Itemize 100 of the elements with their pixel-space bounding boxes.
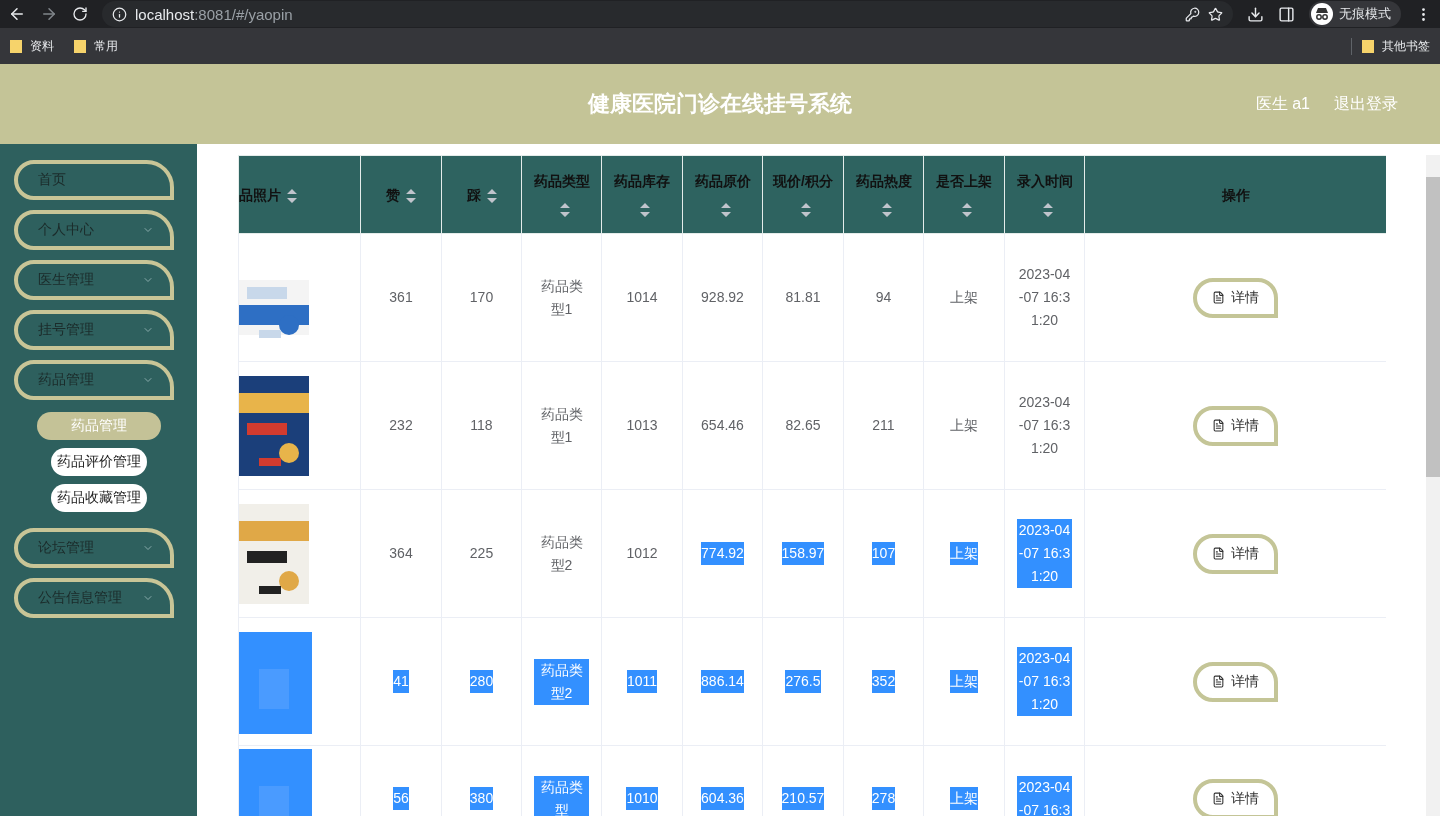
- table-cell: 380: [469, 787, 494, 810]
- table-cell-text: 82.65: [785, 416, 821, 435]
- table-cell: 上架: [950, 542, 978, 565]
- document-icon: [1212, 792, 1225, 805]
- table-cell-text: 225: [469, 544, 494, 563]
- table-cell-text: 211: [872, 416, 895, 435]
- incognito-icon: [1311, 3, 1333, 25]
- table-cell: 886.14: [701, 670, 744, 693]
- scrollbar-thumb[interactable]: [1426, 177, 1440, 477]
- table-cell-text: 364: [389, 544, 413, 563]
- document-icon: [1212, 547, 1225, 560]
- document-icon: [1212, 291, 1225, 304]
- document-icon: [1212, 675, 1225, 688]
- sort-icon[interactable]: [801, 202, 811, 217]
- sort-icon[interactable]: [559, 202, 570, 217]
- column-title: 操作: [1221, 186, 1250, 203]
- column-title: 药品热度: [855, 172, 912, 189]
- column-title: 品照片: [239, 186, 281, 203]
- table-cell: 210.57: [781, 787, 825, 810]
- table-cell: 1010: [626, 787, 658, 810]
- table-cell-text: 2023-04-07 16:31:20: [1017, 265, 1072, 330]
- table-cell-text: 药品类型1: [539, 276, 584, 319]
- detail-button[interactable]: 详情: [1193, 405, 1278, 446]
- table-cell: 2023-04-07 16:31:20: [1017, 647, 1072, 716]
- other-bookmarks[interactable]: 其他书签: [1351, 37, 1430, 55]
- info-icon[interactable]: [112, 6, 127, 22]
- column-title: 是否上架: [936, 172, 992, 189]
- table-cell: 774.92: [701, 542, 744, 565]
- table-cell: 2023-04-07 16:31:20: [1017, 519, 1072, 588]
- detail-button[interactable]: 详情: [1193, 778, 1278, 816]
- table-cell: 56: [393, 787, 409, 810]
- table-cell: 上架: [950, 787, 978, 810]
- folder-icon: [74, 39, 86, 53]
- table-cell-text: 654.46: [701, 416, 744, 435]
- table-cell: 352: [871, 670, 896, 693]
- column-title: 赞: [386, 186, 400, 203]
- document-icon: [1212, 419, 1225, 432]
- table-cell: 278: [871, 787, 896, 810]
- table-cell-text: 2023-04-07 16:31:20: [1017, 393, 1072, 458]
- sort-icon[interactable]: [486, 188, 497, 203]
- table-cell: 604.36: [701, 787, 744, 810]
- table-cell-text: 1012: [626, 544, 658, 563]
- table-cell: 2023-04-07 16:3: [1017, 775, 1072, 816]
- table-cell-text: 上架: [950, 416, 978, 435]
- table-cell-text: 118: [470, 416, 493, 435]
- column-title: 药品类型: [533, 172, 590, 189]
- forward-icon[interactable]: [40, 5, 58, 23]
- star-icon[interactable]: [1208, 6, 1223, 22]
- bookmark[interactable]: 资料: [10, 37, 54, 55]
- sort-icon[interactable]: [720, 202, 731, 217]
- table-cell-text: 81.81: [785, 288, 821, 307]
- column-title: 药品原价: [694, 172, 751, 189]
- table-cell: 药品类型2: [534, 658, 589, 705]
- folder-icon: [10, 39, 22, 53]
- address-bar[interactable]: localhost:8081/#/yaopin: [102, 1, 1233, 27]
- user-name: 医生 a1: [1255, 93, 1310, 114]
- side-panel-icon[interactable]: [1278, 5, 1295, 23]
- table-cell-text: 药品类型1: [539, 404, 584, 447]
- sort-icon[interactable]: [962, 202, 972, 217]
- sort-icon[interactable]: [640, 202, 650, 217]
- sort-icon[interactable]: [881, 202, 892, 217]
- column-title: 录入时间: [1016, 172, 1073, 189]
- table-cell: 上架: [950, 670, 978, 693]
- detail-button[interactable]: 详情: [1193, 277, 1278, 318]
- table-cell: 107: [871, 542, 896, 565]
- column-title: 现价/积分: [773, 172, 833, 189]
- table-cell: 158.97: [781, 542, 825, 565]
- table-cell-text: 1014: [626, 288, 658, 307]
- table-cell-text: 1013: [626, 416, 658, 435]
- table-cell-text: 上架: [950, 288, 978, 307]
- detail-button[interactable]: 详情: [1193, 533, 1278, 574]
- table-cell: 276.5: [785, 670, 821, 693]
- app-title: 健康医院门诊在线挂号系统: [588, 90, 852, 118]
- reload-icon[interactable]: [72, 6, 88, 22]
- sort-icon[interactable]: [287, 188, 297, 203]
- bookmark[interactable]: 常用: [74, 37, 118, 55]
- table-cell: 1011: [626, 670, 658, 693]
- sort-icon[interactable]: [1042, 202, 1053, 217]
- table-cell: 41: [393, 670, 409, 693]
- table-cell: 280: [469, 670, 494, 693]
- table-cell: 药品类型: [534, 775, 589, 816]
- url-path: :8081/#/yaopin: [194, 5, 293, 23]
- table-cell-text: 361: [389, 288, 413, 307]
- submenu-item[interactable]: 药品评价管理: [50, 448, 147, 476]
- detail-button[interactable]: 详情: [1193, 661, 1278, 702]
- sort-icon[interactable]: [406, 188, 416, 203]
- column-title: 踩: [466, 186, 481, 203]
- column-title: 药品库存: [614, 172, 670, 189]
- back-icon[interactable]: [8, 5, 26, 23]
- table-cell-text: 232: [389, 416, 413, 435]
- submenu-item[interactable]: 药品收藏管理: [50, 484, 147, 512]
- download-icon[interactable]: [1247, 5, 1264, 23]
- table-cell-text: 170: [469, 288, 494, 307]
- table-cell-text: 94: [875, 288, 892, 307]
- folder-icon: [1362, 39, 1374, 53]
- url-host: localhost: [135, 5, 195, 23]
- key-icon[interactable]: [1185, 6, 1200, 22]
- table-cell-text: 药品类型2: [539, 532, 584, 575]
- profile-chip[interactable]: 无痕模式: [1309, 1, 1401, 27]
- table-cell-text: 928.92: [701, 288, 744, 307]
